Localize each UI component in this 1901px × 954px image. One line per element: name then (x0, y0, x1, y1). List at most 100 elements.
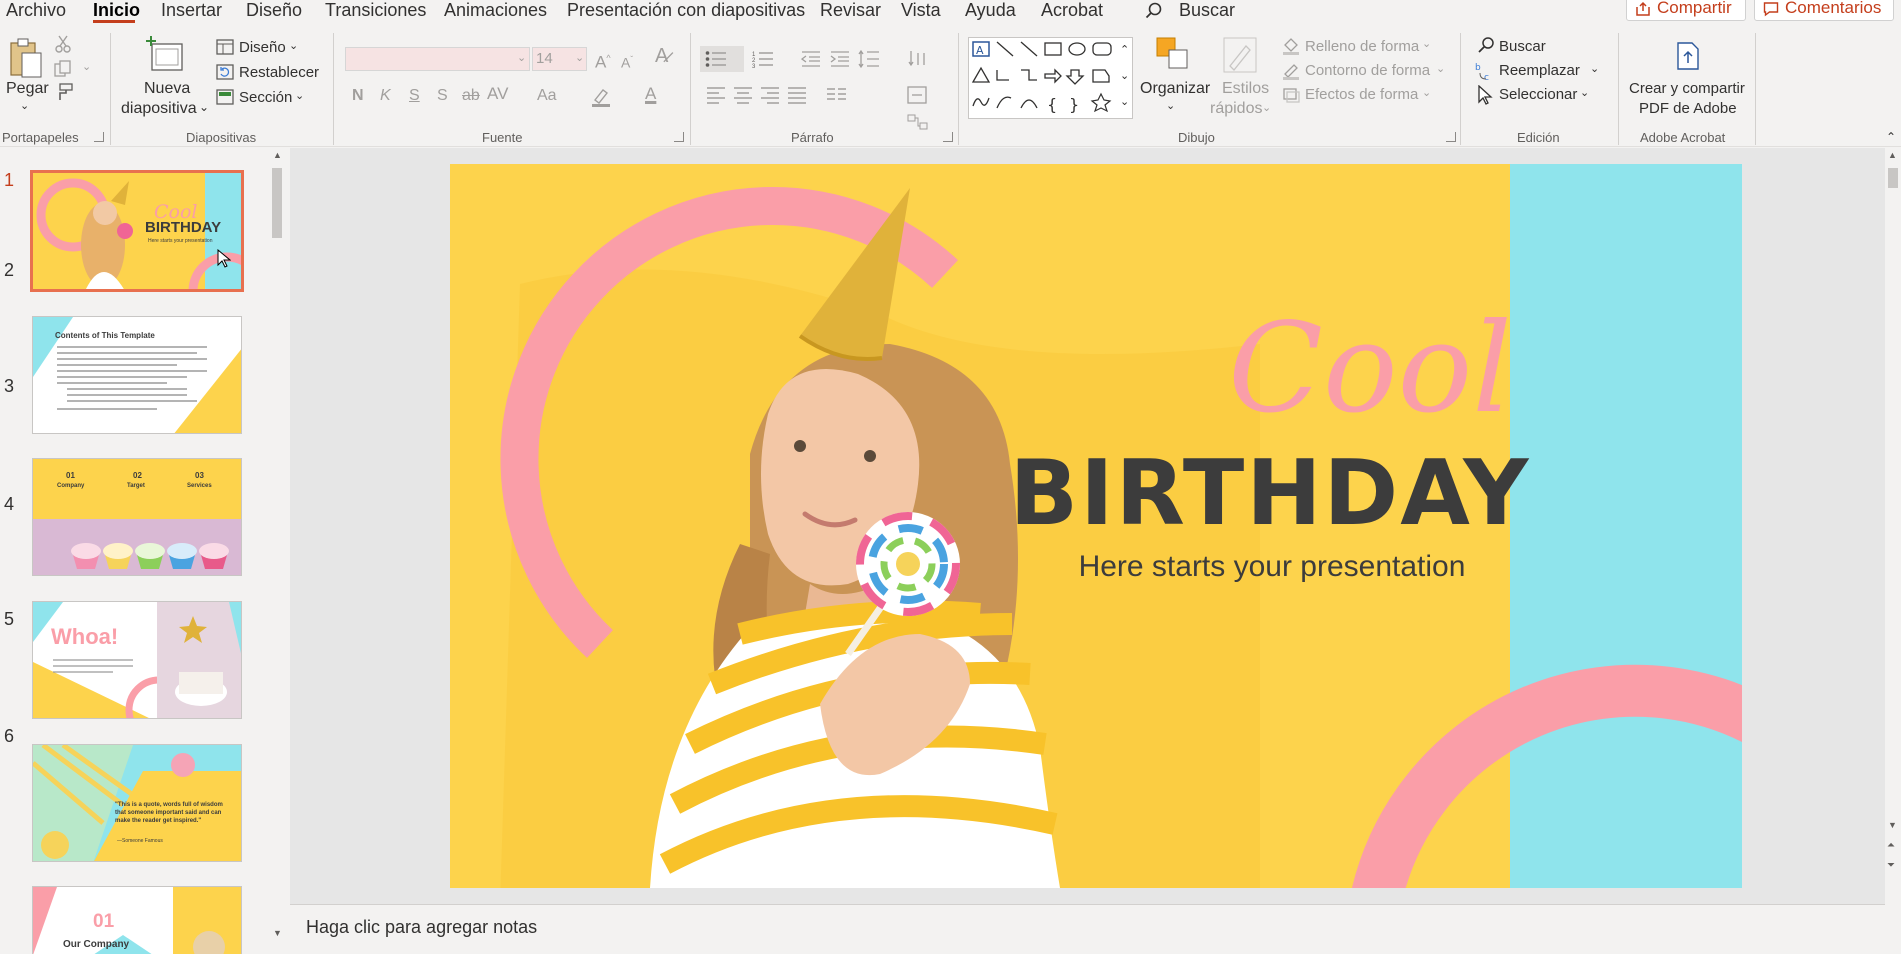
create-pdf-label-2[interactable]: PDF de Adobe (1639, 100, 1737, 117)
columns-icon[interactable] (826, 86, 848, 104)
copy-icon[interactable] (54, 60, 72, 78)
thumbnails-scrollbar[interactable]: ▲ ▼ (268, 148, 286, 943)
thumbnail-slide-4[interactable]: Whoa! (32, 601, 242, 719)
font-name-dropdown-icon[interactable]: ⌄ (517, 49, 526, 67)
quick-styles-icon[interactable] (1222, 36, 1258, 74)
shapes-scroll-down-icon[interactable]: ⌄ (1120, 67, 1129, 85)
new-slide-label-1[interactable]: Nueva (144, 80, 190, 97)
previous-slide-icon[interactable]: ⏶ (1887, 840, 1895, 851)
arrange-icon[interactable] (1155, 36, 1191, 72)
font-size-dropdown-icon[interactable]: ⌄ (575, 49, 584, 67)
font-color-icon[interactable]: A (645, 85, 656, 103)
thumbnail-slide-3[interactable]: 01 02 03 Company Target Services (32, 458, 242, 576)
notes-pane[interactable]: Haga clic para agregar notas (290, 904, 1885, 950)
shapes-more-icon[interactable]: ⌄ (1120, 93, 1129, 111)
thumbnail-slide-6[interactable]: 01 Our Company (32, 886, 242, 954)
portapapeles-launcher-icon[interactable] (94, 132, 104, 142)
menu-vista[interactable]: Vista (901, 0, 941, 20)
comments-button[interactable]: Comentarios (1754, 0, 1894, 21)
paste-dropdown-icon[interactable]: ⌄ (20, 97, 29, 115)
format-painter-icon[interactable] (54, 83, 74, 101)
layout-dropdown-icon[interactable]: ⌄ (289, 37, 298, 55)
shapes-scroll-up-icon[interactable]: ⌃ (1120, 41, 1129, 59)
shape-outline-dropdown-icon[interactable]: ⌄ (1436, 60, 1445, 78)
align-text-icon[interactable] (906, 85, 930, 107)
paste-icon[interactable] (8, 37, 44, 81)
decrease-indent-icon[interactable] (801, 51, 821, 67)
underline-icon[interactable]: S (409, 87, 420, 105)
line-spacing-icon[interactable] (858, 49, 880, 69)
dibujo-launcher-icon[interactable] (1446, 132, 1456, 142)
shape-outline-icon[interactable] (1282, 62, 1300, 80)
editor-vertical-scrollbar[interactable]: ▲ ▼ ⏶ ⏷ (1885, 148, 1901, 954)
align-right-icon[interactable] (760, 86, 780, 104)
section-button[interactable]: Sección (239, 89, 292, 106)
current-slide[interactable]: Cool BIRTHDAY Here starts your presentat… (450, 164, 1742, 888)
scroll-down-icon[interactable]: ▼ (273, 928, 282, 938)
shapes-gallery[interactable]: A { } (968, 37, 1133, 119)
replace-button[interactable]: Reemplazar (1499, 62, 1580, 79)
create-pdf-label-1[interactable]: Crear y compartir (1629, 80, 1745, 97)
next-slide-icon[interactable]: ⏷ (1887, 860, 1895, 871)
section-dropdown-icon[interactable]: ⌄ (295, 87, 304, 105)
shadow-icon[interactable]: S (437, 87, 448, 105)
highlight-icon[interactable] (590, 86, 612, 108)
layout-button[interactable]: Diseño (239, 39, 286, 56)
select-dropdown-icon[interactable]: ⌄ (1580, 84, 1589, 102)
slide-subtitle[interactable]: Here starts your presentation (970, 549, 1574, 585)
scroll-up-icon[interactable]: ▲ (273, 150, 282, 160)
fuente-launcher-icon[interactable] (674, 132, 684, 142)
new-slide-dropdown-icon[interactable]: ⌄ (199, 98, 209, 116)
shape-fill-dropdown-icon[interactable]: ⌄ (1422, 35, 1431, 53)
editor-scroll-thumb[interactable] (1888, 168, 1898, 188)
quick-styles-dropdown-icon[interactable]: ⌄ (1262, 99, 1271, 117)
thumbnails-scroll-thumb[interactable] (272, 168, 282, 238)
share-button[interactable]: Compartir (1626, 0, 1746, 21)
align-center-icon[interactable] (733, 86, 753, 104)
create-pdf-icon[interactable] (1674, 41, 1702, 71)
strikethrough-icon[interactable]: ab (462, 87, 480, 105)
editor-scroll-up-icon[interactable]: ▲ (1888, 150, 1897, 160)
quick-styles-label-2[interactable]: rápidos (1210, 100, 1262, 117)
increase-font-icon[interactable]: A^ (595, 49, 611, 72)
find-button[interactable]: Buscar (1499, 38, 1546, 55)
slide-title-main[interactable]: BIRTHDAY (970, 444, 1570, 544)
thumbnail-slide-2[interactable]: Contents of This Template (32, 316, 242, 434)
slide-title-script[interactable]: Cool (1190, 304, 1550, 434)
cut-icon[interactable] (54, 35, 72, 53)
font-name-input[interactable] (345, 47, 530, 71)
shape-effects-icon[interactable] (1282, 86, 1300, 104)
thumbnail-slide-5[interactable]: "This is a quote, words full of wisdom t… (32, 744, 242, 862)
paste-button[interactable]: Pegar (6, 80, 49, 97)
arrange-dropdown-icon[interactable]: ⌄ (1166, 97, 1175, 115)
new-slide-icon[interactable] (146, 36, 184, 72)
reset-button[interactable]: Restablecer (239, 64, 319, 81)
editor-scroll-down-icon[interactable]: ▼ (1888, 820, 1897, 830)
new-slide-label-2[interactable]: diapositiva (121, 100, 197, 117)
char-spacing-icon[interactable]: AV (487, 85, 508, 103)
menu-animaciones[interactable]: Animaciones (444, 0, 547, 20)
select-button[interactable]: Seleccionar (1499, 86, 1577, 103)
numbering-icon[interactable]: 123 (752, 50, 774, 68)
menu-archivo[interactable]: Archivo (6, 0, 66, 20)
shape-effects-dropdown-icon[interactable]: ⌄ (1422, 84, 1431, 102)
shape-fill-button[interactable]: Relleno de forma (1305, 38, 1419, 55)
copy-dropdown-icon[interactable]: ⌄ (82, 58, 91, 76)
change-case-icon[interactable]: Aa (537, 87, 557, 105)
align-left-icon[interactable] (706, 86, 726, 104)
shape-effects-button[interactable]: Efectos de forma (1305, 86, 1418, 103)
menu-acrobat[interactable]: Acrobat (1041, 0, 1103, 20)
menu-ayuda[interactable]: Ayuda (965, 0, 1016, 20)
parrafo-launcher-icon[interactable] (943, 132, 953, 142)
smartart-icon[interactable] (906, 113, 930, 131)
decrease-font-icon[interactable]: Aˇ (621, 51, 633, 72)
thumbnail-slide-1[interactable]: Cool BIRTHDAY Here starts your presentat… (30, 170, 244, 292)
menu-insertar[interactable]: Insertar (161, 0, 222, 20)
menu-presentacion[interactable]: Presentación con diapositivas (567, 0, 805, 20)
collapse-ribbon-icon[interactable]: ⌃ (1886, 128, 1896, 146)
text-direction-icon[interactable] (908, 49, 932, 69)
justify-icon[interactable] (787, 86, 807, 104)
menu-transiciones[interactable]: Transiciones (325, 0, 426, 20)
increase-indent-icon[interactable] (830, 51, 850, 67)
shape-fill-icon[interactable] (1282, 37, 1300, 55)
